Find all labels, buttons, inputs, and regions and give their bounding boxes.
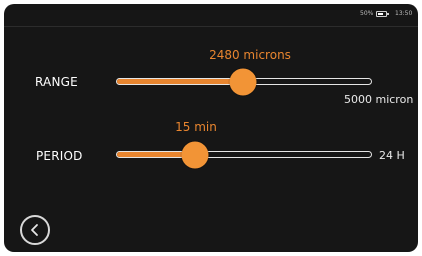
device-screen: 50% 13:50 RANGE 2480 microns 5000 micron… xyxy=(4,4,418,252)
period-slider-thumb[interactable] xyxy=(181,141,209,168)
range-label: RANGE xyxy=(35,75,78,89)
range-value-label: 2480 microns xyxy=(209,48,291,62)
chevron-left-icon xyxy=(31,224,38,236)
status-time: 13:50 xyxy=(395,10,413,17)
range-slider-thumb[interactable] xyxy=(229,68,257,95)
period-value-label: 15 min xyxy=(175,120,217,134)
battery-percent: 50% xyxy=(360,10,374,17)
battery-icon xyxy=(376,11,389,17)
status-bar: 50% 13:50 xyxy=(4,4,418,27)
back-button[interactable] xyxy=(20,215,50,245)
period-max-label: 24 H xyxy=(379,149,405,162)
period-slider-track[interactable] xyxy=(116,151,372,158)
period-label: PERIOD xyxy=(36,149,83,163)
range-max-label: 5000 micron xyxy=(344,93,414,106)
range-slider-fill xyxy=(117,79,244,84)
